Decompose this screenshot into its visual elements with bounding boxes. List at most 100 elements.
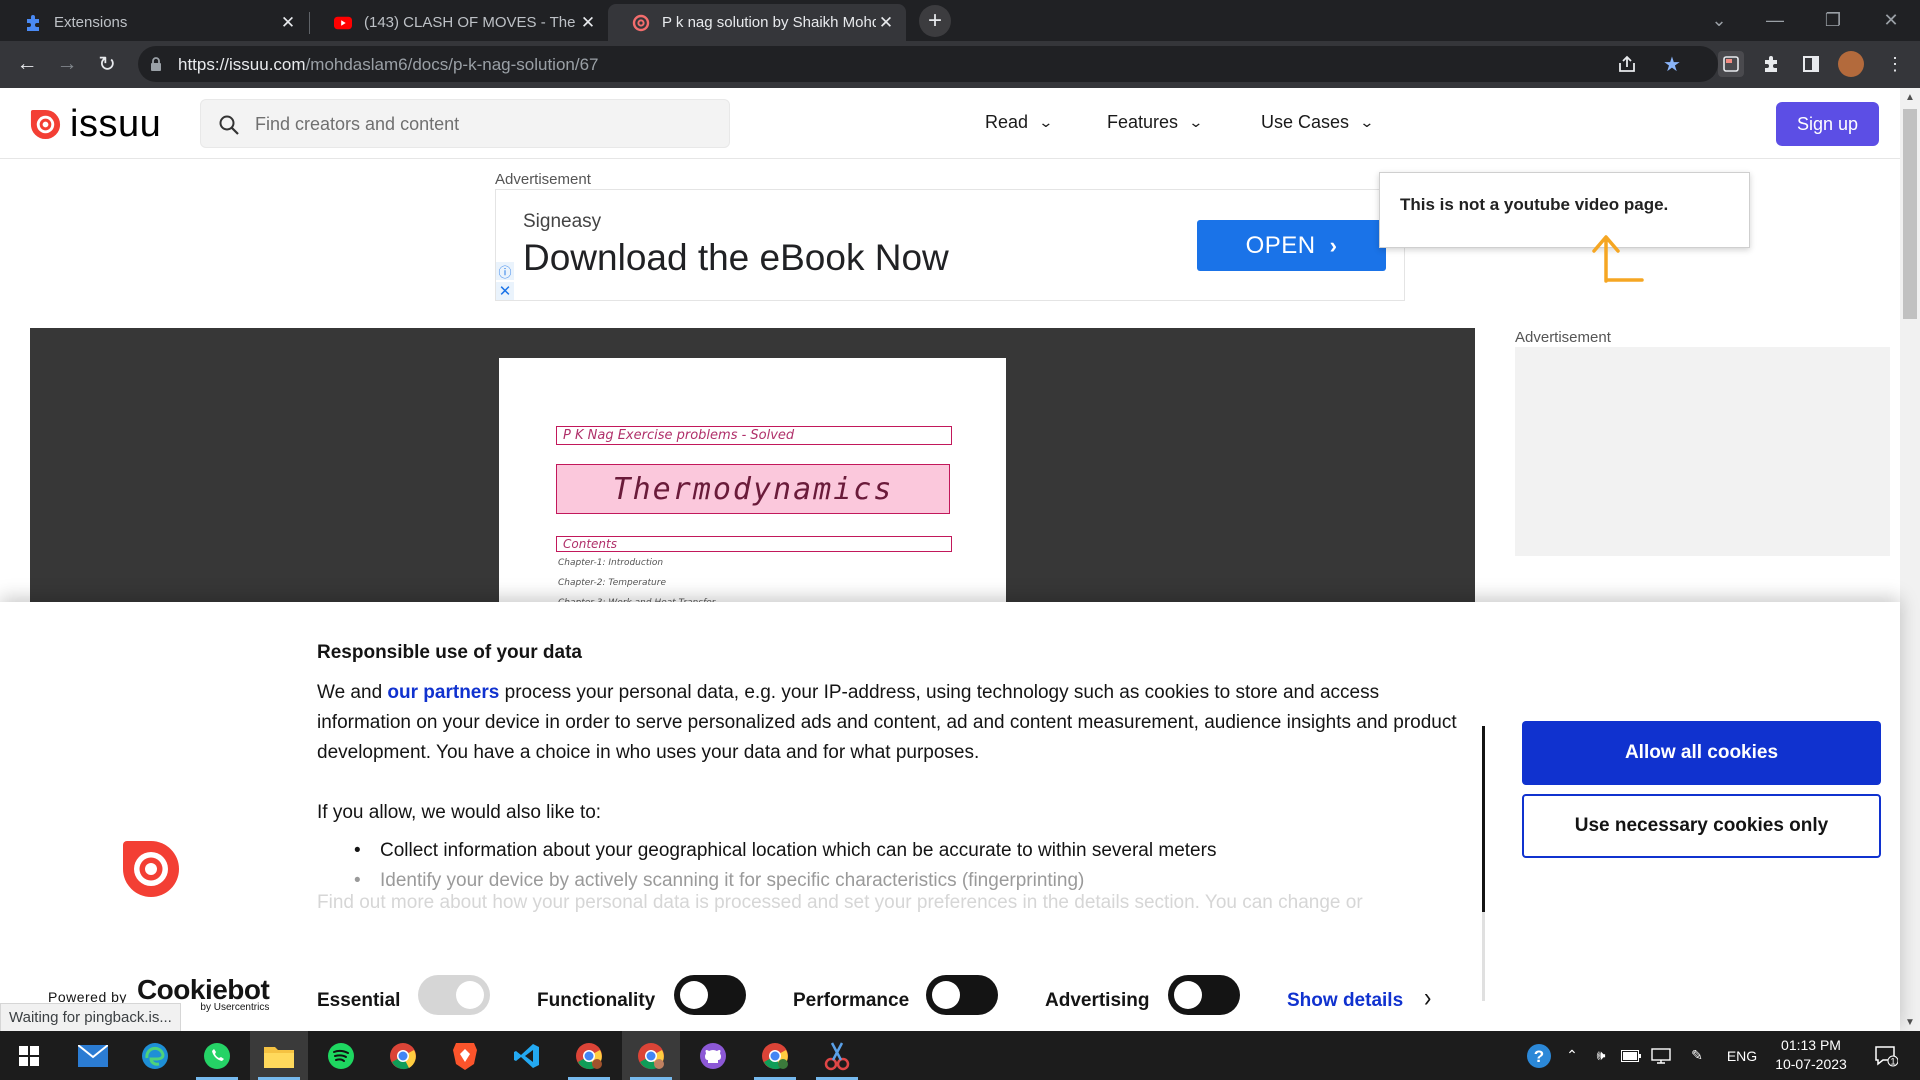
restore-button[interactable]: ❐ <box>1808 0 1858 41</box>
github-desktop-icon[interactable] <box>684 1031 742 1080</box>
browser-status-bubble: Waiting for pingback.is... <box>0 1003 181 1032</box>
whatsapp-icon[interactable] <box>188 1031 246 1080</box>
scroll-thumb[interactable] <box>1903 109 1917 319</box>
battery-icon[interactable] <box>1618 1031 1644 1080</box>
nav-use-cases[interactable]: Use Cases ⌄ <box>1261 112 1375 133</box>
tab-search-icon[interactable]: ⌄ <box>1694 0 1744 41</box>
close-window-button[interactable]: ✕ <box>1866 0 1916 41</box>
back-icon[interactable]: ← <box>12 49 42 79</box>
extension-popup: This is not a youtube video page. <box>1379 172 1750 248</box>
ad-open-button[interactable]: OPEN › <box>1197 220 1386 271</box>
clock[interactable]: 01:13 PM 10-07-2023 <box>1766 1036 1856 1074</box>
doc-header-box: P K Nag Exercise problems - Solved <box>556 426 952 445</box>
side-advertisement[interactable] <box>1515 347 1890 556</box>
notification-center-icon[interactable]: 1 <box>1866 1031 1906 1080</box>
youtube-icon <box>334 14 352 32</box>
pen-icon[interactable]: ✎ <box>1682 1031 1712 1080</box>
our-partners-link[interactable]: our partners <box>387 682 499 703</box>
network-icon[interactable] <box>1648 1031 1674 1080</box>
file-explorer-icon[interactable] <box>250 1031 308 1080</box>
vscode-icon[interactable] <box>498 1031 556 1080</box>
toggle-label-performance: Performance <box>793 990 910 1011</box>
chevron-up-icon[interactable]: ⌃ <box>1560 1031 1584 1080</box>
annotation-arrow-icon <box>1592 235 1644 283</box>
signup-button[interactable]: Sign up <box>1776 102 1879 146</box>
close-icon[interactable]: ✕ <box>876 13 896 33</box>
close-icon[interactable]: ✕ <box>578 13 598 33</box>
chevron-down-icon: ⌄ <box>1038 114 1054 130</box>
ad-info-icon[interactable]: ⓘ <box>496 262 514 280</box>
toggle-performance[interactable] <box>926 975 998 1015</box>
tab-title: Extensions <box>54 14 128 31</box>
tab-youtube[interactable]: (143) CLASH OF MOVES - The Da ✕ <box>310 4 608 41</box>
spotify-icon[interactable] <box>312 1031 370 1080</box>
allow-all-cookies-button[interactable]: Allow all cookies <box>1522 721 1881 785</box>
search-box[interactable] <box>200 99 730 148</box>
chrome-icon[interactable] <box>374 1031 432 1080</box>
windows-start-icon[interactable] <box>0 1031 58 1080</box>
cookie-subheading: If you allow, we would also like to: <box>317 802 602 823</box>
help-icon[interactable]: ? <box>1522 1031 1556 1080</box>
necessary-cookies-button[interactable]: Use necessary cookies only <box>1522 794 1881 858</box>
top-advertisement[interactable]: Signeasy Download the eBook Now OPEN › ⓘ … <box>495 189 1405 301</box>
issuu-logo[interactable]: issuu <box>29 105 161 143</box>
profile-avatar[interactable] <box>1838 51 1864 77</box>
language-indicator[interactable]: ENG <box>1722 1031 1762 1080</box>
side-ad-label: Advertisement <box>1515 329 1611 346</box>
tab-extensions[interactable]: Extensions ✕ <box>0 4 308 41</box>
scroll-up-icon[interactable]: ▲ <box>1900 88 1920 106</box>
page-scrollbar[interactable]: ▲ ▼ <box>1900 88 1920 1031</box>
nav-read[interactable]: Read ⌄ <box>985 112 1054 133</box>
side-panel-icon[interactable] <box>1798 51 1824 77</box>
web-page: issuu Read ⌄ Features ⌄ Use Cases ⌄ Sign up… <box>0 88 1920 1031</box>
menu-kebab-icon[interactable]: ⋮ <box>1882 51 1908 77</box>
toggle-advertising[interactable] <box>1168 975 1240 1015</box>
ad-label: Advertisement <box>495 171 591 188</box>
cookie-scroll-thumb[interactable] <box>1482 726 1485 912</box>
mail-icon[interactable] <box>64 1031 122 1080</box>
doc-contents-label: Contents <box>563 537 617 551</box>
chrome-profile-icon[interactable] <box>560 1031 618 1080</box>
doc-chapter-line: Chapter-1: Introduction <box>558 558 664 568</box>
address-bar[interactable]: https://issuu.com/mohdaslam6/docs/p-k-na… <box>138 46 1718 82</box>
toggle-knob <box>932 981 960 1009</box>
popup-message: This is not a youtube video page. <box>1400 195 1669 214</box>
tab-title: (143) CLASH OF MOVES - The Da <box>364 14 578 31</box>
cookie-title: Responsible use of your data <box>317 642 582 663</box>
minimize-button[interactable]: — <box>1750 0 1800 41</box>
extension-active-icon[interactable] <box>1718 51 1744 77</box>
clock-date: 10-07-2023 <box>1775 1056 1847 1072</box>
nav-features[interactable]: Features ⌄ <box>1107 112 1204 133</box>
close-icon[interactable]: ✕ <box>278 13 298 33</box>
chrome-profile-icon[interactable] <box>746 1031 804 1080</box>
chevron-down-icon: ⌄ <box>1188 114 1204 130</box>
show-details-link[interactable]: Show details <box>1287 990 1403 1012</box>
bookmark-star-icon[interactable]: ★ <box>1659 51 1685 77</box>
ad-open-label: OPEN <box>1245 231 1316 259</box>
issuu-icon <box>632 14 650 32</box>
toggle-functionality[interactable] <box>674 975 746 1015</box>
cookie-faded-text: Find out more about how your personal da… <box>317 892 1363 913</box>
new-tab-button[interactable]: + <box>919 5 951 37</box>
reload-icon[interactable]: ↻ <box>92 49 122 79</box>
chevron-right-icon: › <box>1329 232 1338 258</box>
doc-contents-box: Contents <box>556 536 952 552</box>
extensions-icon[interactable] <box>1758 51 1784 77</box>
windows-taskbar: ? ⌃ 🕪 ✎ ENG 01:13 PM 10-07-2023 1 <box>0 1031 1920 1080</box>
chrome-profile-icon[interactable] <box>622 1031 680 1080</box>
volume-icon[interactable]: 🕪 <box>1588 1031 1614 1080</box>
brave-icon[interactable] <box>436 1031 494 1080</box>
edge-icon[interactable] <box>126 1031 184 1080</box>
search-input[interactable] <box>255 111 695 137</box>
forward-icon[interactable]: → <box>52 49 82 79</box>
search-icon <box>219 115 239 135</box>
scroll-down-icon[interactable]: ▼ <box>1900 1013 1920 1031</box>
ad-close-icon[interactable]: ✕ <box>496 282 514 300</box>
toggle-knob <box>1174 981 1202 1009</box>
doc-title-box: Thermodynamics <box>556 464 950 514</box>
url-host: https://issuu.com <box>178 55 306 74</box>
tab-issuu[interactable]: P k nag solution by Shaikh Mohd ✕ <box>608 4 906 41</box>
chevron-right-icon[interactable]: › <box>1424 982 1431 1013</box>
snipping-tool-icon[interactable] <box>808 1031 866 1080</box>
share-icon[interactable] <box>1614 51 1640 77</box>
